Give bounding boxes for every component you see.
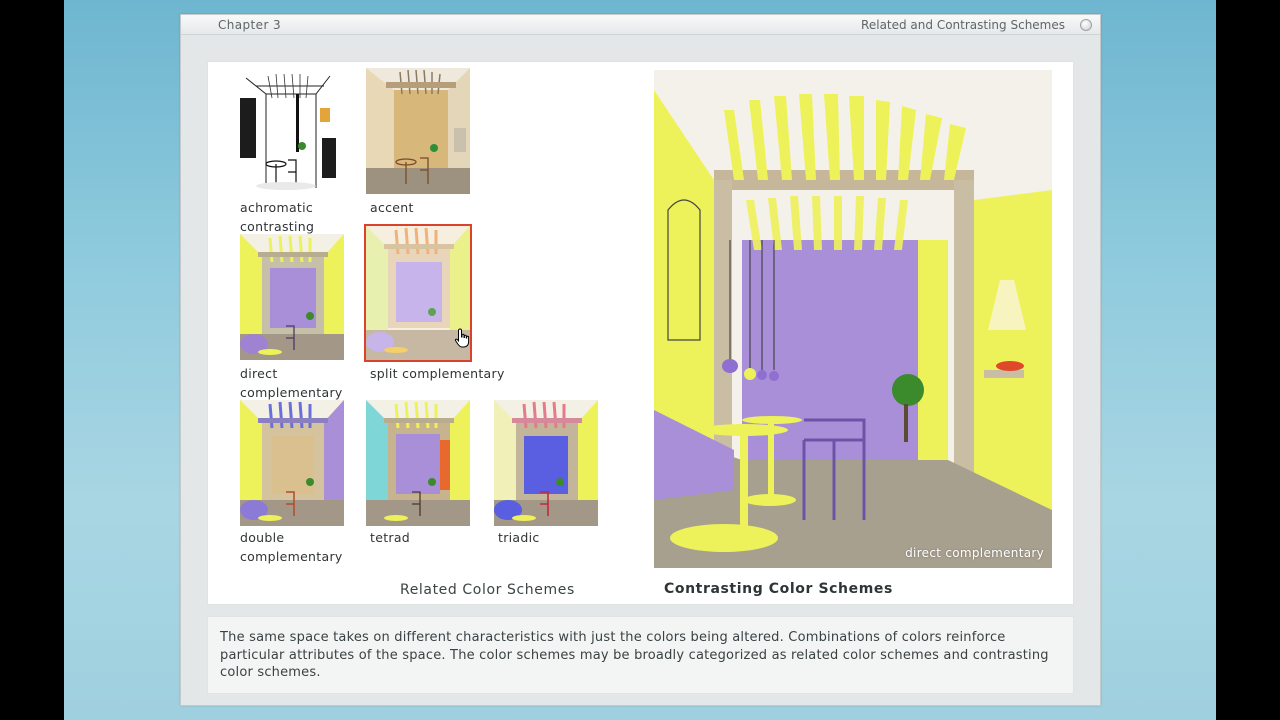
- hand-cursor-icon: [454, 328, 470, 348]
- scheme-triadic-image: [494, 400, 598, 526]
- scheme-double-complementary-image: [240, 400, 344, 526]
- thumbnail-label-double-complementary: double complementary: [240, 530, 343, 564]
- description-box: The same space takes on different charac…: [207, 616, 1074, 694]
- content-panel: achromatic contrasting accent direct com…: [207, 61, 1074, 605]
- lesson-window: Chapter 3 Related and Contrasting Scheme…: [180, 14, 1101, 706]
- desktop-background: Chapter 3 Related and Contrasting Scheme…: [64, 0, 1216, 720]
- thumbnail-tetrad[interactable]: [366, 400, 470, 526]
- contrasting-schemes-caption: Contrasting Color Schemes: [664, 581, 893, 597]
- preview-caption: direct complementary: [905, 546, 1044, 560]
- related-schemes-caption: Related Color Schemes: [400, 582, 575, 598]
- thumbnail-accent[interactable]: [366, 68, 470, 194]
- thumbnail-label-split-complementary: split complementary: [370, 366, 505, 381]
- thumbnail-label-triadic: triadic: [498, 530, 540, 545]
- thumbnail-double-complementary[interactable]: [240, 400, 344, 526]
- title-bar: Chapter 3 Related and Contrasting Scheme…: [181, 15, 1100, 35]
- scheme-tetrad-image: [366, 400, 470, 526]
- thumbnail-label-direct-complementary: direct complementary: [240, 366, 343, 400]
- preview-image-panel: direct complementary: [654, 70, 1052, 568]
- chapter-label: Chapter 3: [218, 18, 282, 32]
- thumbnail-triadic[interactable]: [494, 400, 598, 526]
- window-control-button[interactable]: [1080, 19, 1092, 31]
- scheme-accent-image: [366, 68, 470, 194]
- section-title: Related and Contrasting Schemes: [861, 18, 1065, 32]
- scheme-achromatic-contrasting-image: [236, 68, 340, 194]
- thumbnail-achromatic-contrasting[interactable]: [236, 68, 340, 194]
- thumbnail-label-accent: accent: [370, 200, 414, 215]
- preview-direct-complementary-image: [654, 70, 1052, 568]
- thumbnail-direct-complementary[interactable]: [240, 234, 344, 360]
- scheme-direct-complementary-image: [240, 234, 344, 360]
- description-text: The same space takes on different charac…: [220, 630, 1049, 680]
